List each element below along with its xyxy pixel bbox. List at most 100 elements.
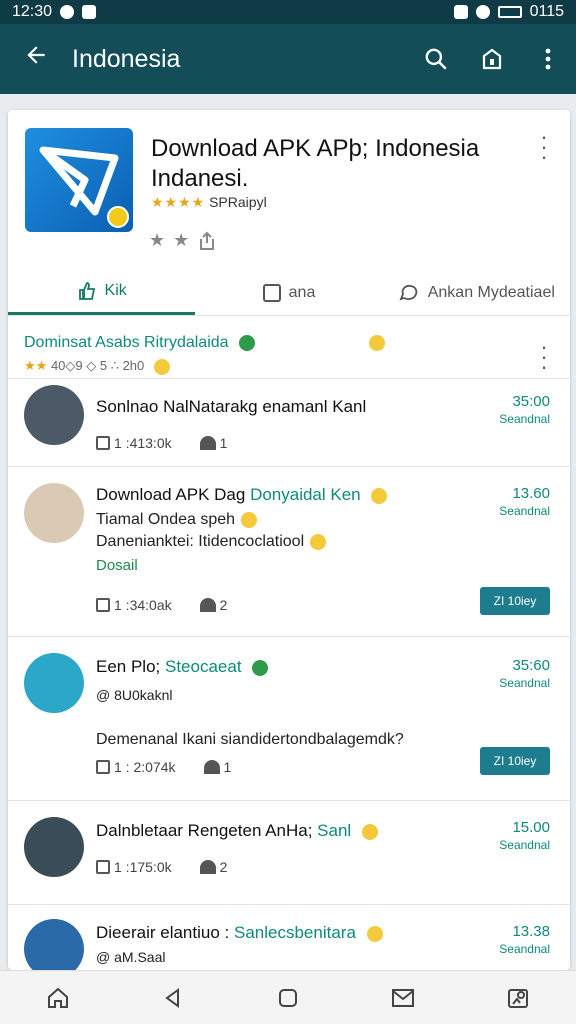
signal-icon	[453, 5, 468, 19]
battery-icon	[497, 6, 522, 18]
item-title-accent: Sanlecsbenitara	[233, 923, 356, 942]
item-time: 35:00	[512, 393, 550, 410]
nav-back-button[interactable]	[153, 978, 193, 1018]
item-views: 1 :175:0k	[114, 859, 172, 875]
item-stats: 1 : 2:074k 1	[96, 759, 231, 775]
item-time: 13.38	[512, 923, 550, 940]
item-line: Danenianktei: Itidencoclatiool	[96, 533, 456, 551]
item-tag: Seandnal	[499, 838, 550, 852]
views-icon	[96, 598, 110, 612]
item-line-text: Tiamal Ondea speh	[96, 511, 236, 528]
app-notification-icon	[82, 5, 97, 19]
status-right-text: 0115	[529, 3, 564, 20]
thumbs-up-icon	[78, 282, 95, 300]
item-action-button[interactable]: ZI 10iey	[480, 587, 550, 615]
item-title-text: Dalnbletaar Rengeten AnHa;	[96, 821, 313, 840]
emoji-icon	[371, 487, 388, 504]
item-title: Een Plo; Steocaeat	[96, 657, 456, 677]
item-title: Download APK Dag Donyaidal Ken	[96, 485, 456, 505]
item-tag: Seandnal	[499, 942, 550, 956]
search-icon	[425, 48, 447, 70]
rating-text: SPRaipyl	[209, 194, 267, 210]
tab-ankan[interactable]: Ankan Mydeatiael	[383, 270, 570, 315]
nav-profile-button[interactable]	[498, 978, 538, 1018]
item-side: 35:60 Seandnal	[499, 657, 550, 690]
list-item[interactable]: Dieerair elantiuo : Sanlecsbenitara @ aM…	[8, 904, 570, 970]
feed-title: Dominsat Asabs Ritrydalaida	[24, 334, 554, 352]
item-likes: 1	[219, 435, 228, 451]
wifi-icon	[475, 5, 490, 19]
feed-meta: ★★ 40◇9 ◇ 5 ∴ 2h0	[24, 358, 554, 375]
star-icon[interactable]: ★	[173, 230, 189, 251]
list-item[interactable]: Dalnbletaar Rengeten AnHa; Sanl 1 :175:0…	[8, 800, 570, 904]
feed-title-text: Dominsat Asabs Ritrydalaida	[24, 334, 229, 351]
emoji-icon	[310, 533, 327, 550]
item-stats: 1 :175:0k 2	[96, 859, 227, 875]
arrow-left-icon	[27, 46, 45, 64]
nav-home-button[interactable]	[38, 978, 78, 1018]
bag-button[interactable]	[464, 24, 520, 94]
heart-icon[interactable]	[203, 760, 220, 774]
share-icon[interactable]	[197, 231, 217, 251]
list-item[interactable]: Een Plo; Steocaeat @ 8U0kaknl Demenanal …	[8, 636, 570, 800]
item-title-accent: Sanl	[317, 821, 352, 840]
comment-icon	[262, 283, 281, 302]
feed-more-button[interactable]: · · ·	[534, 336, 554, 378]
list-item[interactable]: Download APK Dag Donyaidal Ken Tiamal On…	[8, 466, 570, 636]
item-views: 1 : 2:074k	[114, 759, 176, 775]
item-line: @ aM.Saal	[96, 949, 166, 965]
check-badge-icon	[239, 334, 255, 351]
app-actions: ★ ★	[149, 230, 217, 251]
heart-icon[interactable]	[199, 598, 216, 612]
app-title: Download APK APþ; Indonesia Indanesi.	[151, 135, 480, 192]
app-bar: Indonesia	[0, 24, 576, 94]
nav-mail-button[interactable]	[383, 978, 423, 1018]
nav-recents-button[interactable]	[268, 978, 308, 1018]
rating-stars-icon: ★★★★	[151, 194, 206, 210]
item-likes: 2	[219, 859, 228, 875]
tab-bar: Kik ana Ankan Mydeatiael	[8, 270, 570, 316]
views-icon	[96, 860, 110, 874]
item-side: 15.00 Seandnal	[499, 819, 550, 852]
tab-kik[interactable]: Kik	[8, 270, 196, 315]
item-line-text: Danenianktei: Itidencoclatiool	[96, 533, 305, 550]
emoji-icon	[241, 511, 258, 528]
profile-icon	[508, 988, 529, 1008]
emoji-icon	[153, 358, 170, 375]
feed-meta-text: 40◇9 ◇ 5 ∴ 2h0	[50, 358, 145, 373]
status-time: 12:30	[12, 3, 53, 20]
back-button[interactable]	[0, 24, 72, 94]
recents-icon	[278, 988, 297, 1007]
avatar	[24, 817, 84, 877]
app-logo[interactable]	[25, 128, 133, 232]
feed-stars-icon: ★★	[24, 358, 48, 373]
views-icon	[96, 436, 110, 450]
item-title-text: Een Plo;	[96, 657, 161, 676]
notification-icon	[60, 5, 75, 19]
more-button[interactable]	[520, 24, 576, 94]
list-item[interactable]: Sonlnao NalNatarakg enamanl Kanl 1 :413:…	[8, 378, 570, 466]
item-status: Dosail	[96, 557, 138, 574]
back-icon	[165, 987, 179, 1008]
tab-ana[interactable]: ana	[195, 270, 382, 315]
content-card: Download APK APþ; Indonesia Indanesi. ★★…	[8, 110, 570, 970]
verified-badge-icon	[107, 206, 129, 228]
home-icon	[47, 987, 68, 1008]
item-title: Dalnbletaar Rengeten AnHa; Sanl	[96, 821, 456, 841]
chat-bubble-icon	[399, 284, 417, 300]
bag-icon	[482, 48, 502, 70]
heart-icon[interactable]	[199, 436, 216, 450]
emoji-icon	[361, 823, 378, 840]
search-button[interactable]	[408, 24, 464, 94]
app-rating: ★★★★ SPRaipyl	[151, 194, 267, 211]
item-stats: 1 :413:0k 1	[96, 435, 227, 451]
app-more-button[interactable]: · · ·	[534, 126, 554, 168]
heart-icon[interactable]	[199, 860, 216, 874]
app-header: Download APK APþ; Indonesia Indanesi. ★★…	[8, 110, 570, 316]
star-icon[interactable]: ★	[149, 230, 165, 251]
item-time: 35:60	[512, 657, 550, 674]
item-action-button[interactable]: ZI 10iey	[480, 747, 550, 775]
item-views: 1 :34:0ak	[114, 597, 172, 613]
item-title-accent: Donyaidal Ken	[250, 485, 361, 504]
item-time: 15.00	[512, 819, 550, 836]
